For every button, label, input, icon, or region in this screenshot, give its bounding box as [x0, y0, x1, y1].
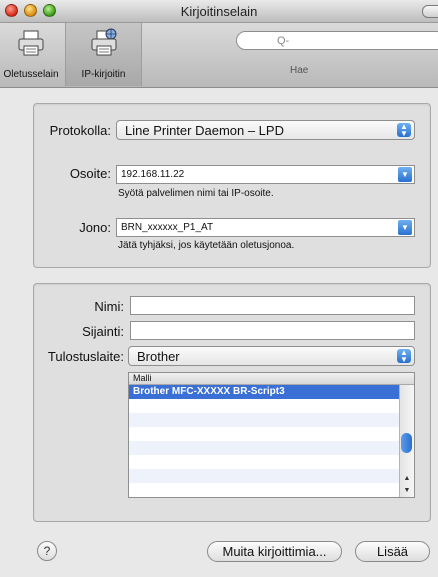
search-input[interactable]: Q-	[236, 31, 438, 50]
list-item-empty	[129, 483, 414, 497]
print-using-popup[interactable]: Brother ▲ ▼	[128, 346, 415, 366]
ip-printer-button[interactable]: IP-kirjoitin	[65, 23, 142, 86]
model-column-header[interactable]: Malli	[129, 373, 414, 385]
queue-hint: Jätä tyhjäksi, jos käytetään oletusjonoa…	[118, 240, 295, 251]
protocol-popup[interactable]: Line Printer Daemon – LPD ▲ ▼	[116, 120, 415, 140]
name-field[interactable]	[130, 296, 415, 315]
printer-browser-window: Kirjoitinselain Oletusselain IP-kirjoiti…	[0, 0, 438, 577]
window-title: Kirjoitinselain	[180, 4, 258, 19]
location-label: Sijainti:	[82, 324, 124, 339]
queue-label: Jono:	[79, 220, 111, 235]
list-item-empty	[129, 441, 414, 455]
more-printers-button[interactable]: Muita kirjoittimia...	[207, 541, 342, 562]
list-item-empty	[129, 455, 414, 469]
list-item[interactable]: Brother MFC-XXXXX BR-Script3	[129, 385, 414, 399]
list-item-empty	[129, 413, 414, 427]
print-using-label: Tulostuslaite:	[47, 349, 124, 364]
scroll-up-icon[interactable]: ▲	[400, 473, 414, 485]
list-item-empty	[129, 399, 414, 413]
toolbar: Oletusselain IP-kirjoitin Q- Hae	[0, 23, 438, 88]
address-hint: Syötä palvelimen nimi tai IP-osoite.	[118, 188, 274, 199]
model-list-scrollbar[interactable]: ▲ ▼	[399, 385, 414, 497]
protocol-value: Line Printer Daemon – LPD	[125, 123, 284, 138]
queue-dropdown-icon[interactable]: ▼	[398, 220, 412, 235]
default-browser-button[interactable]: Oletusselain	[0, 23, 62, 86]
help-button[interactable]: ?	[37, 541, 57, 561]
printer-icon	[18, 30, 44, 56]
address-value: 192.168.11.22	[121, 169, 185, 180]
print-using-value: Brother	[137, 349, 180, 364]
ip-printer-label: IP-kirjoitin	[81, 69, 126, 80]
popup-arrows-icon: ▲ ▼	[397, 349, 411, 364]
model-list[interactable]: Malli Brother MFC-XXXXX BR-Script3 ▲ ▼	[128, 372, 415, 498]
name-label: Nimi:	[94, 299, 124, 314]
add-button[interactable]: Lisää	[355, 541, 430, 562]
default-browser-label: Oletusselain	[3, 69, 59, 80]
queue-value: BRN_xxxxxx_P1_AT	[121, 222, 214, 233]
scroll-down-icon[interactable]: ▼	[400, 485, 414, 497]
address-field[interactable]: 192.168.11.22 ▼	[116, 165, 415, 184]
search-label: Hae	[290, 65, 309, 76]
queue-field[interactable]: BRN_xxxxxx_P1_AT ▼	[116, 218, 415, 237]
network-printer-icon	[91, 28, 116, 56]
address-label: Osoite:	[69, 166, 111, 181]
list-item-empty	[129, 427, 414, 441]
search-icon: Q-	[277, 35, 290, 47]
toolbar-toggle-button[interactable]	[422, 5, 438, 18]
address-dropdown-icon[interactable]: ▼	[398, 167, 412, 182]
protocol-label: Protokolla:	[49, 123, 111, 138]
title-bar: Kirjoitinselain	[0, 0, 438, 23]
popup-arrows-icon: ▲ ▼	[397, 123, 411, 138]
list-item-empty	[129, 469, 414, 483]
location-field[interactable]	[130, 321, 415, 340]
scrollbar-thumb[interactable]	[401, 433, 412, 453]
